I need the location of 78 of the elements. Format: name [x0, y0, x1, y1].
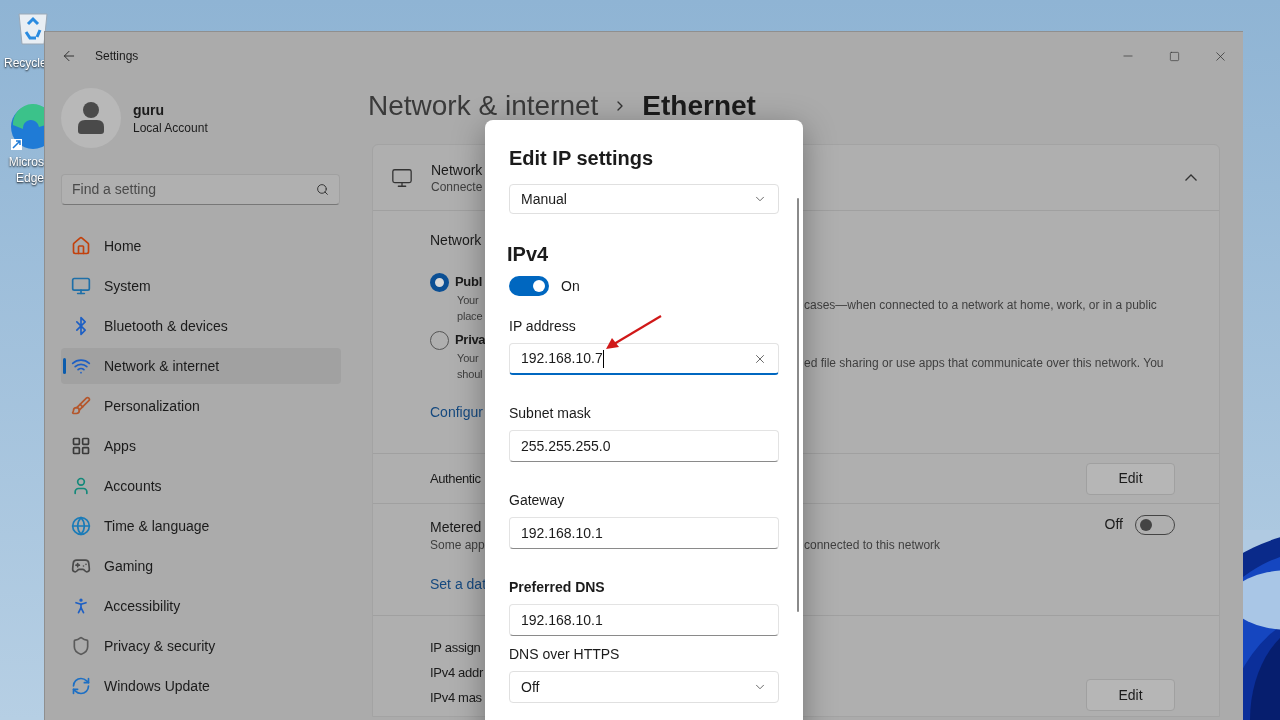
- recycle-bin-icon[interactable]: [16, 10, 50, 46]
- dns-over-https-dropdown[interactable]: Off: [509, 671, 779, 703]
- mode-dropdown[interactable]: Manual: [509, 184, 779, 214]
- account-name: guru: [133, 101, 166, 120]
- edit-button[interactable]: Edit: [1086, 679, 1175, 711]
- setting-label: Metered: [430, 518, 483, 537]
- apps-grid-icon: [71, 436, 91, 456]
- field-label: Gateway: [509, 491, 565, 510]
- desktop-icon-label: Micros: [8, 154, 44, 170]
- nav-item[interactable]: Network & internet: [61, 348, 341, 384]
- setting-label: IP assign: [430, 639, 482, 657]
- input-field[interactable]: 192.168.10.1: [509, 604, 779, 636]
- annotation-arrow: [604, 314, 664, 352]
- monitor-icon: [71, 276, 91, 296]
- wifi-icon: [71, 356, 91, 376]
- window-title: Settings: [95, 48, 139, 65]
- ipv4-toggle[interactable]: [509, 276, 549, 296]
- nav-item[interactable]: Home: [61, 228, 341, 264]
- monitor-icon: [391, 166, 413, 189]
- option-description: place: [457, 309, 483, 324]
- globe-icon: [71, 516, 91, 536]
- setting-description: connected to this network: [804, 537, 941, 553]
- field-label: Subnet mask: [509, 404, 591, 423]
- brush-icon: [71, 396, 91, 416]
- option-title: Publ: [455, 273, 482, 292]
- option-description: Your: [457, 293, 479, 308]
- option-description: cases—when connected to a network at home, work, or in a public: [804, 298, 1157, 312]
- nav-item[interactable]: Time & language: [61, 508, 341, 544]
- option-title: Priva: [455, 331, 486, 350]
- page-title: Ethernet: [642, 89, 756, 123]
- toggle-state: On: [561, 276, 580, 296]
- shield-icon: [71, 636, 91, 656]
- desktop-icon-label: Edge: [15, 170, 44, 186]
- setting-label: IPv4 addr: [430, 664, 483, 682]
- field-label: IP address: [509, 317, 576, 336]
- setting-label: IPv4 mas: [430, 689, 483, 707]
- input-field[interactable]: 192.168.10.7: [509, 343, 779, 375]
- back-icon: [61, 48, 77, 64]
- configure-link[interactable]: Configur: [430, 402, 483, 423]
- dialog-title: Edit IP settings: [509, 146, 654, 171]
- edit-button[interactable]: Edit: [1086, 462, 1175, 495]
- search-input[interactable]: Find a setting: [72, 179, 316, 200]
- field-label: Preferred DNS: [509, 578, 605, 597]
- nav-item[interactable]: Gaming: [61, 548, 341, 584]
- option-description: Your: [457, 351, 479, 366]
- section-label: Network: [430, 232, 482, 248]
- setting-description: Some app: [430, 537, 486, 553]
- maximize-icon: [1168, 50, 1180, 62]
- chevron-up-icon: [1185, 174, 1197, 181]
- person-icon: [77, 101, 105, 135]
- nav-item[interactable]: Personalization: [61, 388, 341, 424]
- nav-item[interactable]: Privacy & security: [61, 628, 341, 664]
- card-title: Network: [431, 160, 483, 179]
- option-description: shoul: [457, 367, 483, 382]
- nav-item[interactable]: Accessibility: [61, 588, 341, 624]
- nav-item[interactable]: Windows Update: [61, 668, 341, 704]
- data-limit-link[interactable]: Set a dat: [430, 574, 487, 595]
- field-label: DNS over HTTPS: [509, 645, 620, 664]
- nav-item[interactable]: Apps: [61, 428, 341, 464]
- home-icon: [71, 236, 91, 256]
- toggle-state: Off: [1104, 515, 1123, 534]
- input-field[interactable]: 192.168.10.1: [509, 517, 779, 549]
- update-icon: [71, 676, 91, 696]
- scrollbar[interactable]: [797, 198, 799, 612]
- input-field[interactable]: 255.255.255.0: [509, 430, 779, 462]
- radio-button[interactable]: [430, 272, 449, 292]
- option-description: ed file sharing or use apps that communicate over this network. You: [804, 356, 1164, 370]
- account-type: Local Account: [133, 120, 208, 136]
- search-icon: [316, 183, 329, 196]
- section-heading: IPv4: [507, 242, 549, 267]
- card-subtitle: Connecte: [431, 178, 483, 195]
- nav-item[interactable]: System: [61, 268, 341, 304]
- gamepad-icon: [71, 556, 91, 576]
- nav-item[interactable]: Bluetooth & devices: [61, 308, 341, 344]
- person-icon: [71, 476, 91, 496]
- setting-label: Authentic: [430, 469, 481, 488]
- search-field[interactable]: Find a setting: [61, 174, 340, 205]
- nav-item[interactable]: Accounts: [61, 468, 341, 504]
